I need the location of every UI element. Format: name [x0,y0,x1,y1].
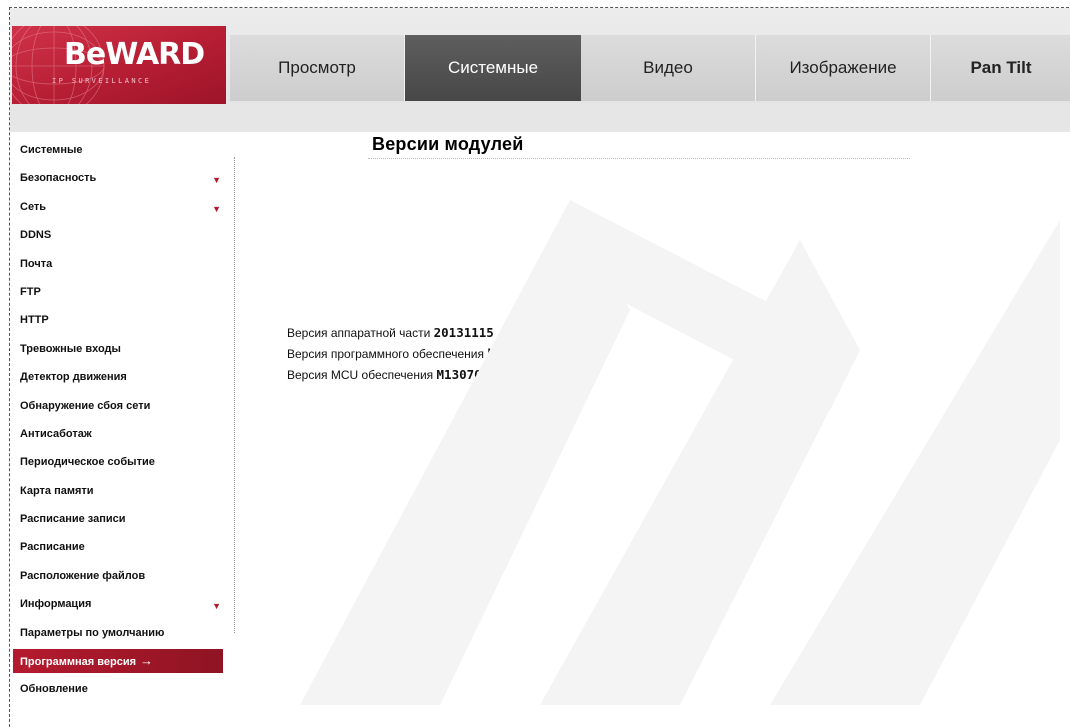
sidebar-item-label: Сеть [20,200,47,213]
sidebar-item-label: DDNS [20,229,52,242]
sidebar-item-periodic-event[interactable]: Периодическое событие [13,448,223,476]
mcu-version-value: M130701 [436,367,490,382]
sidebar-item-alarm-inputs[interactable]: Тревожные входы [13,335,223,363]
brand-name: BeWARD [64,37,205,72]
sidebar-item-motion-detector[interactable]: Детектор движения [13,363,223,391]
sidebar-item-memory-card[interactable]: Карта памяти [13,477,223,505]
software-version-row: Версия программного обеспечения bw201311… [287,343,585,364]
sidebar-item-label: Системные [20,144,83,156]
sidebar-item-label: Антисаботаж [20,427,92,440]
expand-arrow-icon[interactable]: ▼ [212,166,221,194]
sidebar-item-label: Карта памяти [20,484,94,497]
mcu-version-label: Версия MCU обеспечения [287,368,434,382]
software-version-value: bw20131118NSX [487,346,586,361]
hardware-version-row: Версия аппаратной части 20131115 [287,322,585,343]
page-title: Версии модулей [372,134,524,154]
sidebar-divider [234,157,235,633]
sidebar-item-label: Программная версия [20,656,137,669]
sidebar-item-label: Информация [20,598,92,611]
software-version-label: Версия программного обеспечения [287,347,484,361]
tab-pan-tilt[interactable]: Pan Tilt [931,35,1070,101]
version-info: Версия аппаратной части 20131115 Версия … [287,322,585,385]
sidebar-item-label: Тревожные входы [20,342,121,355]
watermark [300,200,1060,705]
sidebar-item-update[interactable]: Обновление [13,675,223,703]
sidebar-item-schedule[interactable]: Расписание [13,533,223,561]
sidebar-item-ftp[interactable]: FTP [13,278,223,306]
mcu-version-row: Версия MCU обеспечения M130701 [287,364,585,385]
sidebar-item-information[interactable]: Информация ▼ [13,590,223,618]
tab-system[interactable]: Системные [405,35,581,101]
sidebar: Системные Безопасность ▼ Сеть ▼ DDNS Почта… [13,136,223,703]
sidebar-item-label: Параметры по умолчанию [20,626,165,639]
sidebar-item-label: Почта [20,257,53,270]
sidebar-item-label: Периодическое событие [20,456,155,469]
sidebar-item-label: Безопасность [20,172,97,185]
sidebar-item-label: Расписание [20,541,85,554]
sidebar-item-label: HTTP [20,314,49,327]
sidebar-item-label: Обнаружение сбоя сети [20,399,151,412]
hardware-version-label: Версия аппаратной части [287,326,431,340]
sidebar-item-system[interactable]: Системные [13,136,223,164]
right-arrow-icon: → [140,653,154,669]
expand-arrow-icon[interactable]: ▼ [212,592,221,620]
sidebar-item-firmware-version[interactable]: Программная версия → [13,649,223,674]
sidebar-item-defaults[interactable]: Параметры по умолчанию [13,619,223,647]
header-subbar [10,103,1070,132]
brand-logo[interactable]: BeWARD IP SURVEILLANCE [12,26,226,104]
expand-arrow-icon[interactable]: ▼ [212,195,221,223]
title-divider [368,158,910,159]
sidebar-item-label: Обновление [20,683,88,696]
sidebar-item-security[interactable]: Безопасность ▼ [13,164,223,192]
sidebar-item-http[interactable]: HTTP [13,306,223,334]
sidebar-item-file-location[interactable]: Расположение файлов [13,562,223,590]
sidebar-item-label: Расписание записи [20,513,126,526]
sidebar-item-label: FTP [20,285,41,298]
sidebar-item-mail[interactable]: Почта [13,250,223,278]
main-nav: Просмотр Системные Видео Изображение Pan… [230,35,1070,101]
hardware-version-value: 20131115 [433,325,494,340]
sidebar-item-network[interactable]: Сеть ▼ [13,193,223,221]
tab-image[interactable]: Изображение [756,35,930,101]
sidebar-item-network-failure[interactable]: Обнаружение сбоя сети [13,392,223,420]
tab-view[interactable]: Просмотр [230,35,404,101]
sidebar-item-label: Детектор движения [20,371,127,384]
sidebar-item-label: Расположение файлов [20,569,146,582]
brand-tagline: IP SURVEILLANCE [52,77,152,85]
sidebar-item-record-schedule[interactable]: Расписание записи [13,505,223,533]
sidebar-item-ddns[interactable]: DDNS [13,221,223,249]
tab-video[interactable]: Видео [581,35,755,101]
sidebar-item-tamper[interactable]: Антисаботаж [13,420,223,448]
